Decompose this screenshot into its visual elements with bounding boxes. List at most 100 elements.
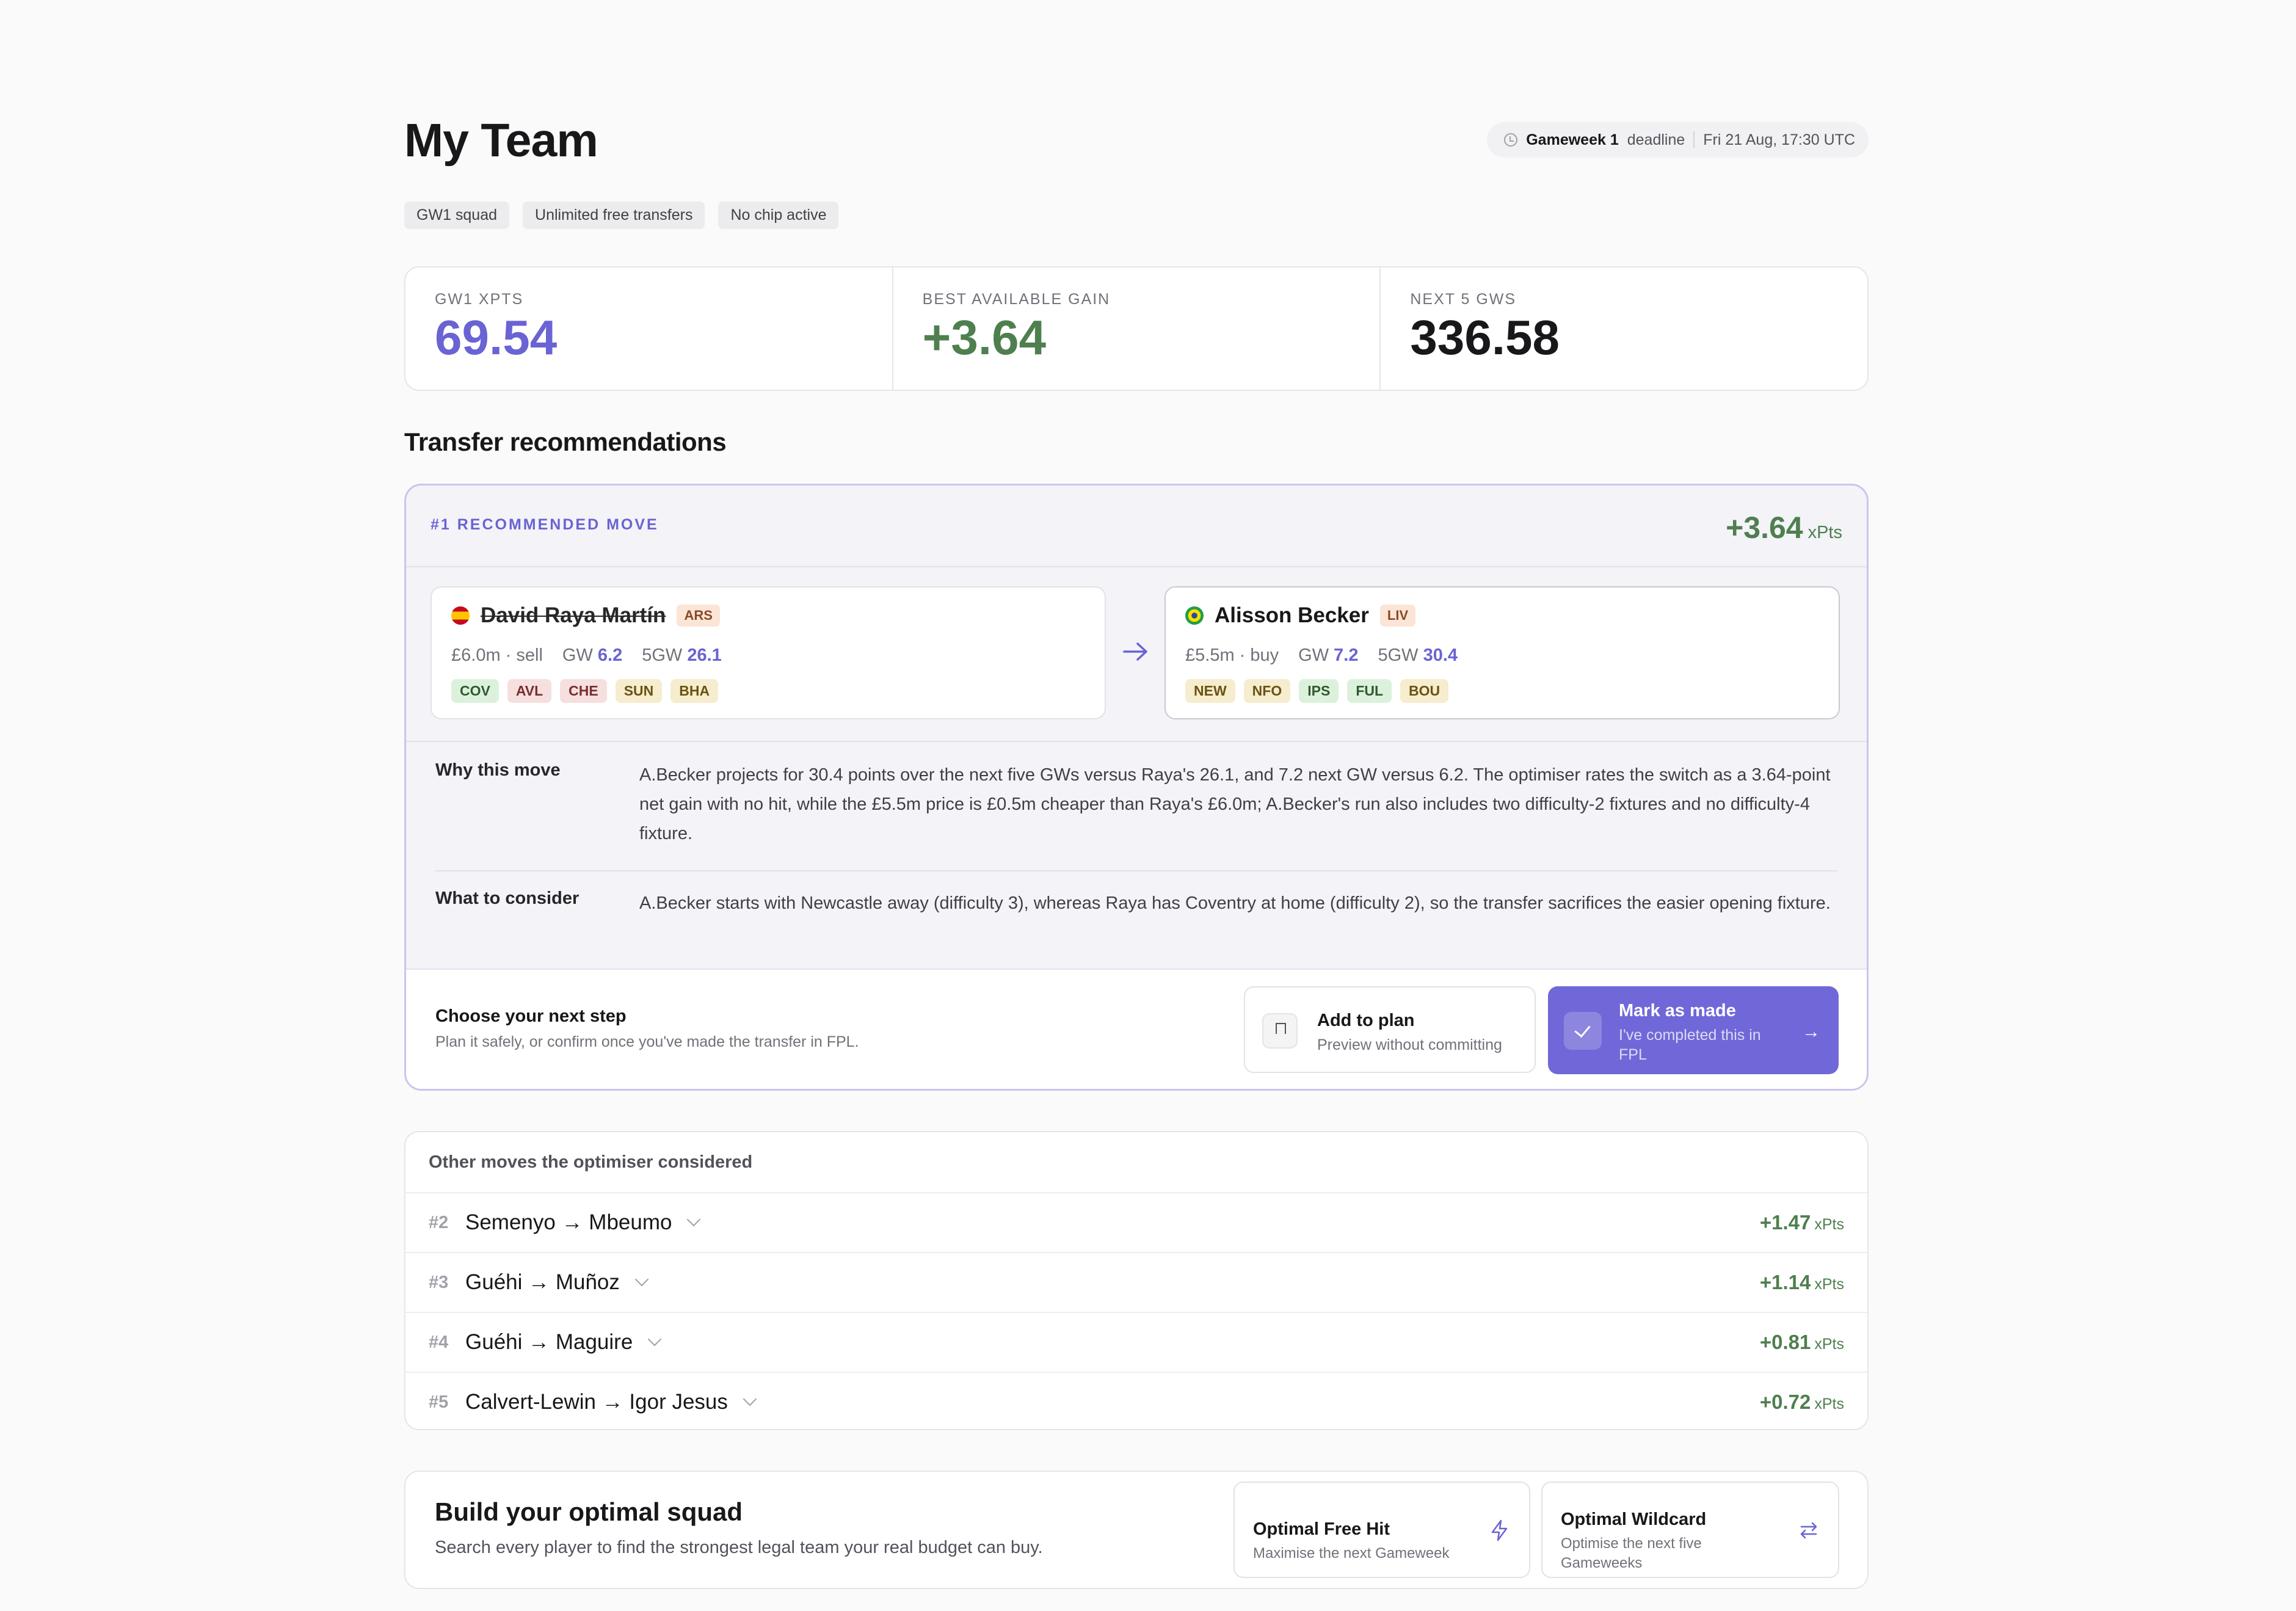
other-move-row[interactable]: #2 Semenyo → Mbeumo +1.47 xPts: [405, 1193, 1867, 1253]
status-chips: GW1 squad Unlimited free transfers No ch…: [404, 202, 839, 229]
wildcard-title: Optimal Wildcard: [1561, 1510, 1707, 1529]
gw-value: 7.2: [1334, 645, 1359, 665]
stat-value: 336.58: [1410, 310, 1560, 365]
gain-unit: xPts: [1814, 1276, 1844, 1293]
consider-text: A.Becker starts with Newcastle away (dif…: [639, 893, 1831, 913]
gain-value: +3.64: [1726, 511, 1803, 545]
move-label: Calvert-Lewin → Igor Jesus: [465, 1390, 728, 1414]
move-label: Guéhi → Maguire: [465, 1330, 633, 1354]
gw-label: GW: [1298, 645, 1329, 665]
stat-value: 69.54: [435, 310, 558, 365]
consider-label: What to consider: [435, 889, 579, 908]
clock-icon: [1504, 133, 1518, 147]
chip-squad: GW1 squad: [404, 202, 510, 229]
stat-best-gain: BEST AVAILABLE GAIN +3.64: [893, 267, 1381, 390]
gain-value: +0.81: [1759, 1331, 1811, 1353]
fixture-badge: NFO: [1243, 679, 1291, 703]
move-gain: +1.14 xPts: [1760, 1271, 1844, 1294]
player-name-row: Alisson Becker LIV: [1185, 603, 1416, 628]
mark-as-made-button[interactable]: Mark as made I've completed this in FPL …: [1548, 986, 1839, 1074]
move-gain: +0.72 xPts: [1760, 1391, 1844, 1414]
chevron-down-icon[interactable]: [743, 1392, 757, 1406]
recommended-tag: #1 RECOMMENDED MOVE: [431, 516, 659, 533]
chevron-down-icon[interactable]: [634, 1272, 649, 1287]
why-label: Why this move: [435, 760, 561, 780]
fixture-badge: IPS: [1299, 679, 1339, 703]
chevron-down-icon[interactable]: [687, 1212, 701, 1227]
next-step-title: Choose your next step: [435, 1006, 627, 1026]
page-header: My Team Gameweek 1 deadline Fri 21 Aug, …: [404, 110, 1869, 171]
optimal-wildcard-button[interactable]: Optimal Wildcard Optimise the next five …: [1541, 1482, 1839, 1578]
deadline-label: deadline: [1627, 131, 1685, 148]
gw5-xpts: 5GW 26.1: [642, 645, 722, 666]
arrow-right-icon: →: [1802, 1022, 1820, 1042]
move-rank: #2: [429, 1212, 449, 1232]
divider: [1693, 131, 1695, 148]
team-badge: ARS: [677, 605, 720, 627]
fixture-badge: FUL: [1347, 679, 1392, 703]
next-step-bar: Choose your next step Plan it safely, or…: [406, 969, 1867, 1089]
spain-flag-icon: [451, 606, 470, 625]
team-badge: LIV: [1379, 605, 1416, 627]
fixture-list: NEW NFO IPS FUL BOU: [1185, 679, 1449, 703]
optimal-free-hit-button[interactable]: Optimal Free Hit Maximise the next Gamew…: [1233, 1482, 1530, 1578]
why-text: A.Becker projects for 30.4 points over t…: [639, 765, 1831, 843]
gain-unit: xPts: [1814, 1216, 1844, 1233]
swap-arrows-icon: [1800, 1522, 1817, 1539]
player-out-card[interactable]: David Raya Martín ARS £6.0m · sell GW 6.…: [431, 586, 1106, 719]
recommended-move-header: #1 RECOMMENDED MOVE +3.64 xPts: [406, 485, 1867, 567]
add-to-plan-button[interactable]: Add to plan Preview without committing: [1244, 986, 1536, 1073]
player-in-card[interactable]: Alisson Becker LIV £5.5m · buy GW 7.2 5G…: [1164, 586, 1840, 719]
stat-label: GW1 XPTS: [435, 291, 524, 308]
deadline-badge: Gameweek 1 deadline Fri 21 Aug, 17:30 UT…: [1487, 122, 1869, 158]
gain-value: +1.14: [1759, 1271, 1811, 1293]
fixture-badge: COV: [451, 679, 499, 703]
free-hit-title: Optimal Free Hit: [1253, 1519, 1390, 1539]
other-move-row[interactable]: #5 Calvert-Lewin → Igor Jesus +0.72 xPts: [405, 1373, 1867, 1429]
other-move-row[interactable]: #4 Guéhi → Maguire +0.81 xPts: [405, 1313, 1867, 1373]
build-title: Build your optimal squad: [435, 1497, 743, 1526]
check-icon: [1564, 1012, 1602, 1050]
gw-value: 6.2: [597, 645, 623, 665]
page-title: My Team: [404, 114, 598, 167]
stat-gw1-xpts: GW1 XPTS 69.54: [405, 267, 893, 390]
arrow-right-icon: [1123, 642, 1147, 661]
gw5-value: 30.4: [1423, 645, 1458, 665]
move-rank: #4: [429, 1332, 449, 1352]
fixture-badge: CHE: [560, 679, 607, 703]
price: £5.5m · buy: [1185, 645, 1279, 665]
deadline-time: Fri 21 Aug, 17:30 UTC: [1703, 131, 1855, 148]
price: £6.0m · sell: [451, 645, 543, 665]
gw5-label: 5GW: [642, 645, 683, 665]
move-rank: #5: [429, 1392, 449, 1412]
gw5-xpts: 5GW 30.4: [1378, 645, 1458, 666]
mark-as-made-label: Mark as made: [1619, 1001, 1736, 1020]
explanation-section: Why this move A.Becker projects for 30.4…: [406, 741, 1867, 913]
divider: [435, 870, 1837, 871]
other-moves-title: Other moves the optimiser considered: [405, 1132, 1867, 1193]
move-label: Guéhi → Muñoz: [465, 1270, 620, 1294]
stat-value: +3.64: [922, 310, 1047, 365]
build-subtitle: Search every player to find the stronges…: [435, 1538, 1043, 1557]
fixture-badge: SUN: [615, 679, 663, 703]
other-move-row[interactable]: #3 Guéhi → Muñoz +1.14 xPts: [405, 1253, 1867, 1313]
gameweek-label: Gameweek 1: [1526, 131, 1619, 148]
brazil-flag-icon: [1185, 606, 1204, 625]
stat-label: NEXT 5 GWS: [1410, 291, 1517, 308]
stats-panel: GW1 XPTS 69.54 BEST AVAILABLE GAIN +3.64…: [404, 266, 1869, 391]
fixture-badge: BOU: [1400, 679, 1449, 703]
gw5-value: 26.1: [687, 645, 722, 665]
gw5-label: 5GW: [1378, 645, 1419, 665]
player-name-row: David Raya Martín ARS: [451, 603, 720, 628]
bookmark-icon: [1262, 1013, 1298, 1049]
other-moves-panel: Other moves the optimiser considered #2 …: [404, 1131, 1869, 1430]
chevron-down-icon[interactable]: [647, 1332, 662, 1347]
player-in-meta: £5.5m · buy GW 7.2 5GW 30.4: [1185, 645, 1458, 666]
stat-next-5: NEXT 5 GWS 336.58: [1381, 267, 1867, 390]
gain-value: +0.72: [1759, 1391, 1811, 1413]
lightning-icon: [1491, 1519, 1508, 1541]
chip-transfers: Unlimited free transfers: [523, 202, 705, 229]
add-to-plan-label: Add to plan: [1317, 1011, 1415, 1030]
fixture-badge: BHA: [670, 679, 719, 703]
stat-label: BEST AVAILABLE GAIN: [922, 291, 1111, 308]
